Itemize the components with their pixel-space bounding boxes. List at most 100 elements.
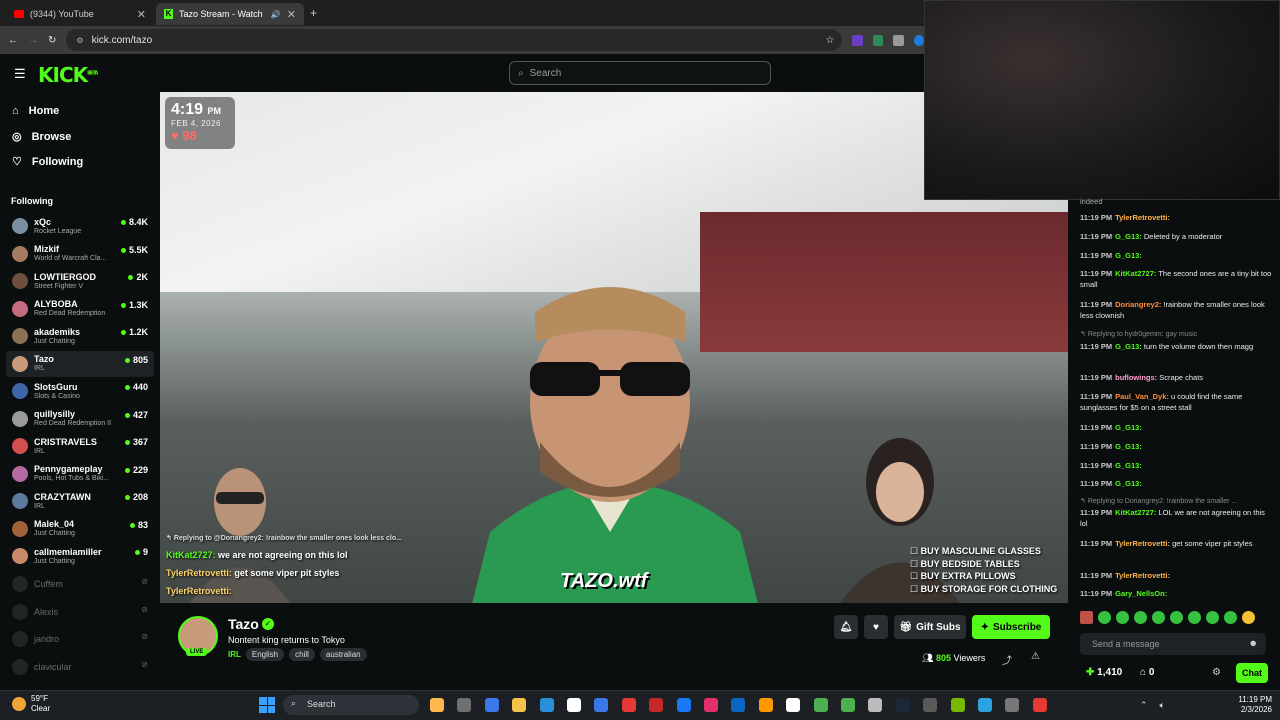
extension-icon[interactable]: [872, 34, 884, 46]
sidebar-channel-item[interactable]: ALYBOBA Red Dead Redemption 1.3K: [6, 296, 154, 322]
chat-username[interactable]: Paul_Van_Dyk:: [1115, 392, 1169, 401]
extension-icon[interactable]: [893, 34, 904, 46]
sidebar-channel-item[interactable]: LOWTIERGOD Street Fighter V 2K: [6, 268, 154, 294]
reload-icon[interactable]: ↻: [48, 35, 56, 46]
taskbar-app-icon[interactable]: [813, 698, 828, 712]
volume-icon[interactable]: 🔈︎: [1160, 700, 1165, 711]
chat-username[interactable]: G_G13:: [1115, 232, 1142, 241]
sidebar-item-following[interactable]: ♡ Following: [12, 155, 83, 169]
taskbar-app-icon[interactable]: [731, 698, 746, 712]
chevron-up-icon[interactable]: ⌃: [1140, 700, 1148, 711]
taskbar-app-icon[interactable]: [1032, 698, 1047, 712]
sidebar-channel-offline[interactable]: jandro ⊘: [6, 626, 154, 652]
chat-username[interactable]: Doriangrey2:: [1115, 300, 1161, 309]
search-input[interactable]: ⌕ Search: [509, 61, 771, 85]
tab-kick[interactable]: K Tazo Stream - Watch Live o 🔊 ✕: [156, 3, 304, 25]
sidebar-channel-item[interactable]: Tazo IRL 805: [6, 350, 154, 377]
chat-username[interactable]: KitKat2727:: [1115, 508, 1156, 517]
chat-input[interactable]: Send a message ☻: [1080, 633, 1266, 655]
back-icon[interactable]: ←: [8, 35, 18, 46]
start-button[interactable]: [259, 697, 275, 713]
category-link[interactable]: IRL: [228, 650, 241, 659]
menu-icon[interactable]: ☰: [14, 66, 26, 82]
sidebar-channel-item[interactable]: Malek_04 Just Chatting 83: [6, 516, 154, 542]
chat-username[interactable]: G_G13:: [1115, 442, 1142, 451]
url-field[interactable]: ⚙ kick.com/tazo ☆: [66, 29, 843, 51]
taskbar-app-icon[interactable]: [539, 698, 554, 712]
taskbar-search[interactable]: ⌕ Search: [283, 695, 419, 715]
taskbar-app-icon[interactable]: [457, 698, 472, 712]
close-icon[interactable]: ✕: [287, 8, 296, 21]
site-info-icon[interactable]: ⚙: [76, 36, 83, 45]
sidebar-channel-item[interactable]: xQc Rocket League 8.4K: [6, 213, 154, 239]
taskbar-app-icon[interactable]: [484, 698, 499, 712]
report-icon[interactable]: ⚠: [1031, 651, 1040, 662]
chat-username[interactable]: TylerRetrovetti:: [1115, 213, 1170, 222]
kick-logo[interactable]: KICKBETA: [38, 63, 98, 87]
sidebar-channel-offline[interactable]: clavicular ⊘: [6, 654, 154, 680]
forward-icon[interactable]: →: [28, 35, 38, 46]
gift-subs-button[interactable]: 🎁︎ Gift Subs: [894, 615, 966, 639]
taskbar-app-icon[interactable]: [978, 698, 992, 712]
taskbar-app-icon[interactable]: [594, 698, 609, 712]
sidebar-channel-offline[interactable]: Alexis ⊘: [6, 599, 154, 625]
share-icon[interactable]: ⤴: [1002, 652, 1012, 667]
speaker-icon[interactable]: 🔊: [271, 10, 281, 19]
bookmark-star-icon[interactable]: ☆: [825, 35, 834, 46]
chat-username[interactable]: G_G13:: [1115, 251, 1142, 260]
close-icon[interactable]: ✕: [137, 8, 146, 21]
weather-widget[interactable]: 59°F Clear: [12, 694, 50, 714]
taskbar-app-icon[interactable]: [923, 698, 938, 712]
taskbar-app-icon[interactable]: [950, 698, 965, 712]
emote-icon[interactable]: [1134, 611, 1147, 624]
sidebar-channel-item[interactable]: quillysilly Red Dead Redemption II 427: [6, 406, 154, 432]
tag-chip[interactable]: chill: [289, 648, 315, 661]
taskbar-app-icon[interactable]: [1005, 698, 1020, 712]
sidebar-channel-item[interactable]: akademiks Just Chatting 1.2K: [6, 323, 154, 349]
sidebar-item-home[interactable]: ⌂ Home: [12, 105, 59, 117]
emote-icon[interactable]: [1206, 611, 1219, 624]
chat-username[interactable]: Gary_NellsOn:: [1115, 589, 1167, 598]
emote-bar[interactable]: [1080, 611, 1255, 624]
extension-icon[interactable]: [913, 34, 925, 46]
extension-icon[interactable]: [852, 34, 863, 46]
send-chat-button[interactable]: Chat: [1236, 663, 1268, 683]
taskbar-app-icon[interactable]: [567, 698, 581, 712]
taskbar-app-icon[interactable]: [676, 698, 691, 712]
sidebar-channel-item[interactable]: CRAZYTAWN IRL 208: [6, 488, 154, 514]
taskbar-app-icon[interactable]: [758, 698, 773, 712]
emote-icon[interactable]: [1152, 611, 1165, 624]
taskbar-app-icon[interactable]: [868, 698, 883, 712]
emote-icon[interactable]: [1188, 611, 1201, 624]
system-clock[interactable]: 11:19 PM 2/3/2026: [1228, 695, 1272, 715]
chat-username[interactable]: G_G13:: [1115, 342, 1142, 351]
taskbar-app-icon[interactable]: [786, 698, 801, 712]
chat-username[interactable]: TylerRetrovetti:: [1115, 571, 1170, 580]
chat-username[interactable]: buflowings:: [1115, 373, 1157, 382]
taskbar-app-icon[interactable]: [621, 698, 636, 712]
sidebar-channel-item[interactable]: callmemiamiller Just Chatting 9: [6, 543, 154, 569]
emote-icon[interactable]: [1224, 611, 1237, 624]
emoji-picker-icon[interactable]: ☻: [1249, 638, 1258, 648]
taskbar-app-icon[interactable]: [704, 698, 718, 712]
sidebar-channel-item[interactable]: CRISTRAVELS IRL 367: [6, 433, 154, 459]
taskbar-app-icon[interactable]: [649, 698, 664, 712]
new-tab-icon[interactable]: +: [310, 6, 317, 20]
sidebar-item-browse[interactable]: ◎ Browse: [12, 130, 71, 144]
follow-button[interactable]: ♥: [864, 615, 888, 639]
sidebar-channel-item[interactable]: SlotsGuru Slots & Casino 440: [6, 378, 154, 404]
channel-points[interactable]: ✚ 1,410: [1086, 667, 1122, 678]
chat-username[interactable]: KitKat2727:: [1115, 269, 1156, 278]
tab-youtube[interactable]: (9344) YouTube ✕: [6, 3, 154, 25]
emote-icon[interactable]: [1098, 611, 1111, 624]
sidebar-channel-offline[interactable]: Cuffem ⊘: [6, 571, 154, 597]
tag-chip[interactable]: australian: [319, 648, 367, 661]
taskbar-app-icon[interactable]: [430, 698, 444, 712]
store-count[interactable]: ⌂ 0: [1140, 667, 1154, 678]
emote-icon[interactable]: [1116, 611, 1129, 624]
chat-username[interactable]: G_G13:: [1115, 461, 1142, 470]
emote-icon[interactable]: [1080, 611, 1093, 624]
streamer-name[interactable]: Tazo: [228, 616, 259, 632]
taskbar-app-icon[interactable]: [895, 698, 910, 712]
tag-chip[interactable]: English: [245, 648, 285, 661]
